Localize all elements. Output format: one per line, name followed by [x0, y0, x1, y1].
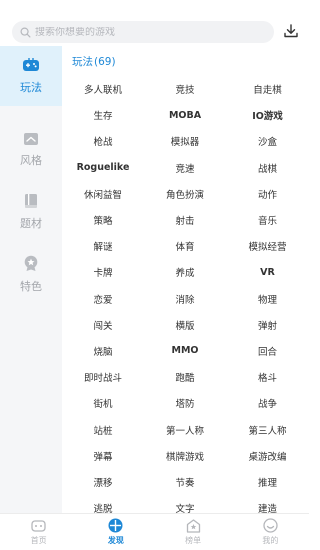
tag-item[interactable]: 休闲益智: [62, 181, 144, 207]
search-icon: [20, 27, 31, 37]
tag-item[interactable]: 模拟经营: [226, 233, 309, 259]
sidebar-item-label: 玩法: [20, 81, 42, 94]
category-sidebar: 玩法 风格 题材 特色: [0, 46, 62, 513]
sidebar-item-label: 风格: [20, 154, 42, 167]
sidebar-item-label: 特色: [20, 279, 42, 293]
tag-panel: 玩法(69) 多人联机 竞技 自走棋生存 MOBA IO游戏枪战 模拟器 沙盒 Rogueli…: [62, 46, 309, 515]
tag-item[interactable]: 弹射: [226, 312, 309, 338]
tag-item[interactable]: IO游戏: [226, 102, 309, 128]
tag-item[interactable]: 竞速: [144, 155, 226, 181]
section-count: (69): [94, 56, 116, 68]
nav-discover[interactable]: 发现: [77, 514, 154, 550]
nav-label: 首页: [30, 535, 47, 545]
tag-item[interactable]: 战争: [226, 390, 309, 416]
tag-item[interactable]: 烧脑: [62, 338, 144, 364]
section-title: 玩法(69): [72, 54, 116, 69]
tag-item[interactable]: 跑酷: [144, 364, 226, 390]
profile-icon: [263, 518, 278, 533]
tag-item[interactable]: 塔防: [144, 390, 226, 416]
tag-item[interactable]: 物理: [226, 286, 309, 312]
search-bar[interactable]: [12, 21, 274, 43]
tag-item[interactable]: 模拟器: [144, 128, 226, 154]
tag-item[interactable]: 消除: [144, 286, 226, 312]
tag-item[interactable]: 回合: [226, 338, 309, 364]
tag-item[interactable]: 漂移: [62, 469, 144, 495]
tag-item[interactable]: MOBA: [144, 102, 226, 128]
tag-item[interactable]: 自走棋: [226, 76, 309, 102]
download-button[interactable]: [282, 22, 300, 40]
top-bar: [0, 0, 309, 46]
tag-item[interactable]: 解谜: [62, 233, 144, 259]
tag-item[interactable]: 生存: [62, 102, 144, 128]
gamepad-icon: [23, 58, 39, 71]
nav-profile[interactable]: 我的: [232, 514, 309, 550]
sidebar-item-theme[interactable]: 题材: [0, 182, 62, 242]
tag-item[interactable]: Roguelike: [62, 155, 144, 181]
tag-item[interactable]: 多人联机: [62, 76, 144, 102]
tag-item[interactable]: 射击: [144, 207, 226, 233]
nav-label: 我的: [262, 536, 279, 545]
tag-item[interactable]: 卡牌: [62, 259, 144, 285]
tag-item[interactable]: 沙盒: [226, 128, 309, 154]
tag-item[interactable]: 战棋: [226, 155, 309, 181]
tag-item[interactable]: 桌游改编: [226, 443, 309, 469]
nav-home[interactable]: 首页: [0, 514, 77, 550]
tag-grid: 多人联机 竞技 自走棋生存 MOBA IO游戏枪战 模拟器 沙盒 Roguelike 竞速 战棋休…: [62, 76, 309, 521]
tag-item[interactable]: 第一人称: [144, 416, 226, 442]
tag-item[interactable]: 策略: [62, 207, 144, 233]
nav-label: 发现: [107, 536, 124, 545]
tag-item[interactable]: 格斗: [226, 364, 309, 390]
tag-item[interactable]: 推理: [226, 469, 309, 495]
tag-item[interactable]: 第三人称: [226, 416, 309, 442]
sidebar-item-feature[interactable]: 特色: [0, 244, 62, 304]
tag-item[interactable]: 恋爱: [62, 286, 144, 312]
tag-item[interactable]: 竞技: [144, 76, 226, 102]
tag-item[interactable]: VR: [226, 259, 309, 285]
nav-label: 榜单: [185, 535, 202, 545]
tag-item[interactable]: MMO: [144, 338, 226, 364]
tag-item[interactable]: 养成: [144, 259, 226, 285]
search-input[interactable]: [35, 26, 255, 38]
section-title-text: 玩法: [72, 56, 93, 68]
tag-item[interactable]: 体育: [144, 233, 226, 259]
tag-item[interactable]: 横版: [144, 312, 226, 338]
tag-item[interactable]: 动作: [226, 181, 309, 207]
discover-icon: [108, 518, 123, 533]
bottom-nav: 首页 发现 榜单 我的: [0, 513, 309, 550]
tag-item[interactable]: 街机: [62, 390, 144, 416]
tag-item[interactable]: 角色扮演: [144, 181, 226, 207]
style-icon: [24, 133, 38, 145]
tag-item[interactable]: 枪战: [62, 128, 144, 154]
tag-item[interactable]: 音乐: [226, 207, 309, 233]
book-icon: [25, 194, 37, 208]
download-icon: [284, 24, 298, 38]
sidebar-item-gameplay[interactable]: 玩法: [0, 46, 62, 106]
tag-item[interactable]: 棋牌游戏: [144, 443, 226, 469]
nav-ranking[interactable]: 榜单: [155, 514, 232, 550]
home-icon: [31, 519, 46, 532]
ranking-icon: [186, 518, 200, 533]
tag-item[interactable]: 节奏: [144, 469, 226, 495]
tag-item[interactable]: 闯关: [62, 312, 144, 338]
tag-item[interactable]: 站桩: [62, 416, 144, 442]
sidebar-item-style[interactable]: 风格: [0, 120, 62, 180]
tag-item[interactable]: 即时战斗: [62, 364, 144, 390]
badge-icon: [24, 255, 38, 271]
sidebar-item-label: 题材: [20, 217, 42, 230]
tag-item[interactable]: 弹幕: [62, 443, 144, 469]
